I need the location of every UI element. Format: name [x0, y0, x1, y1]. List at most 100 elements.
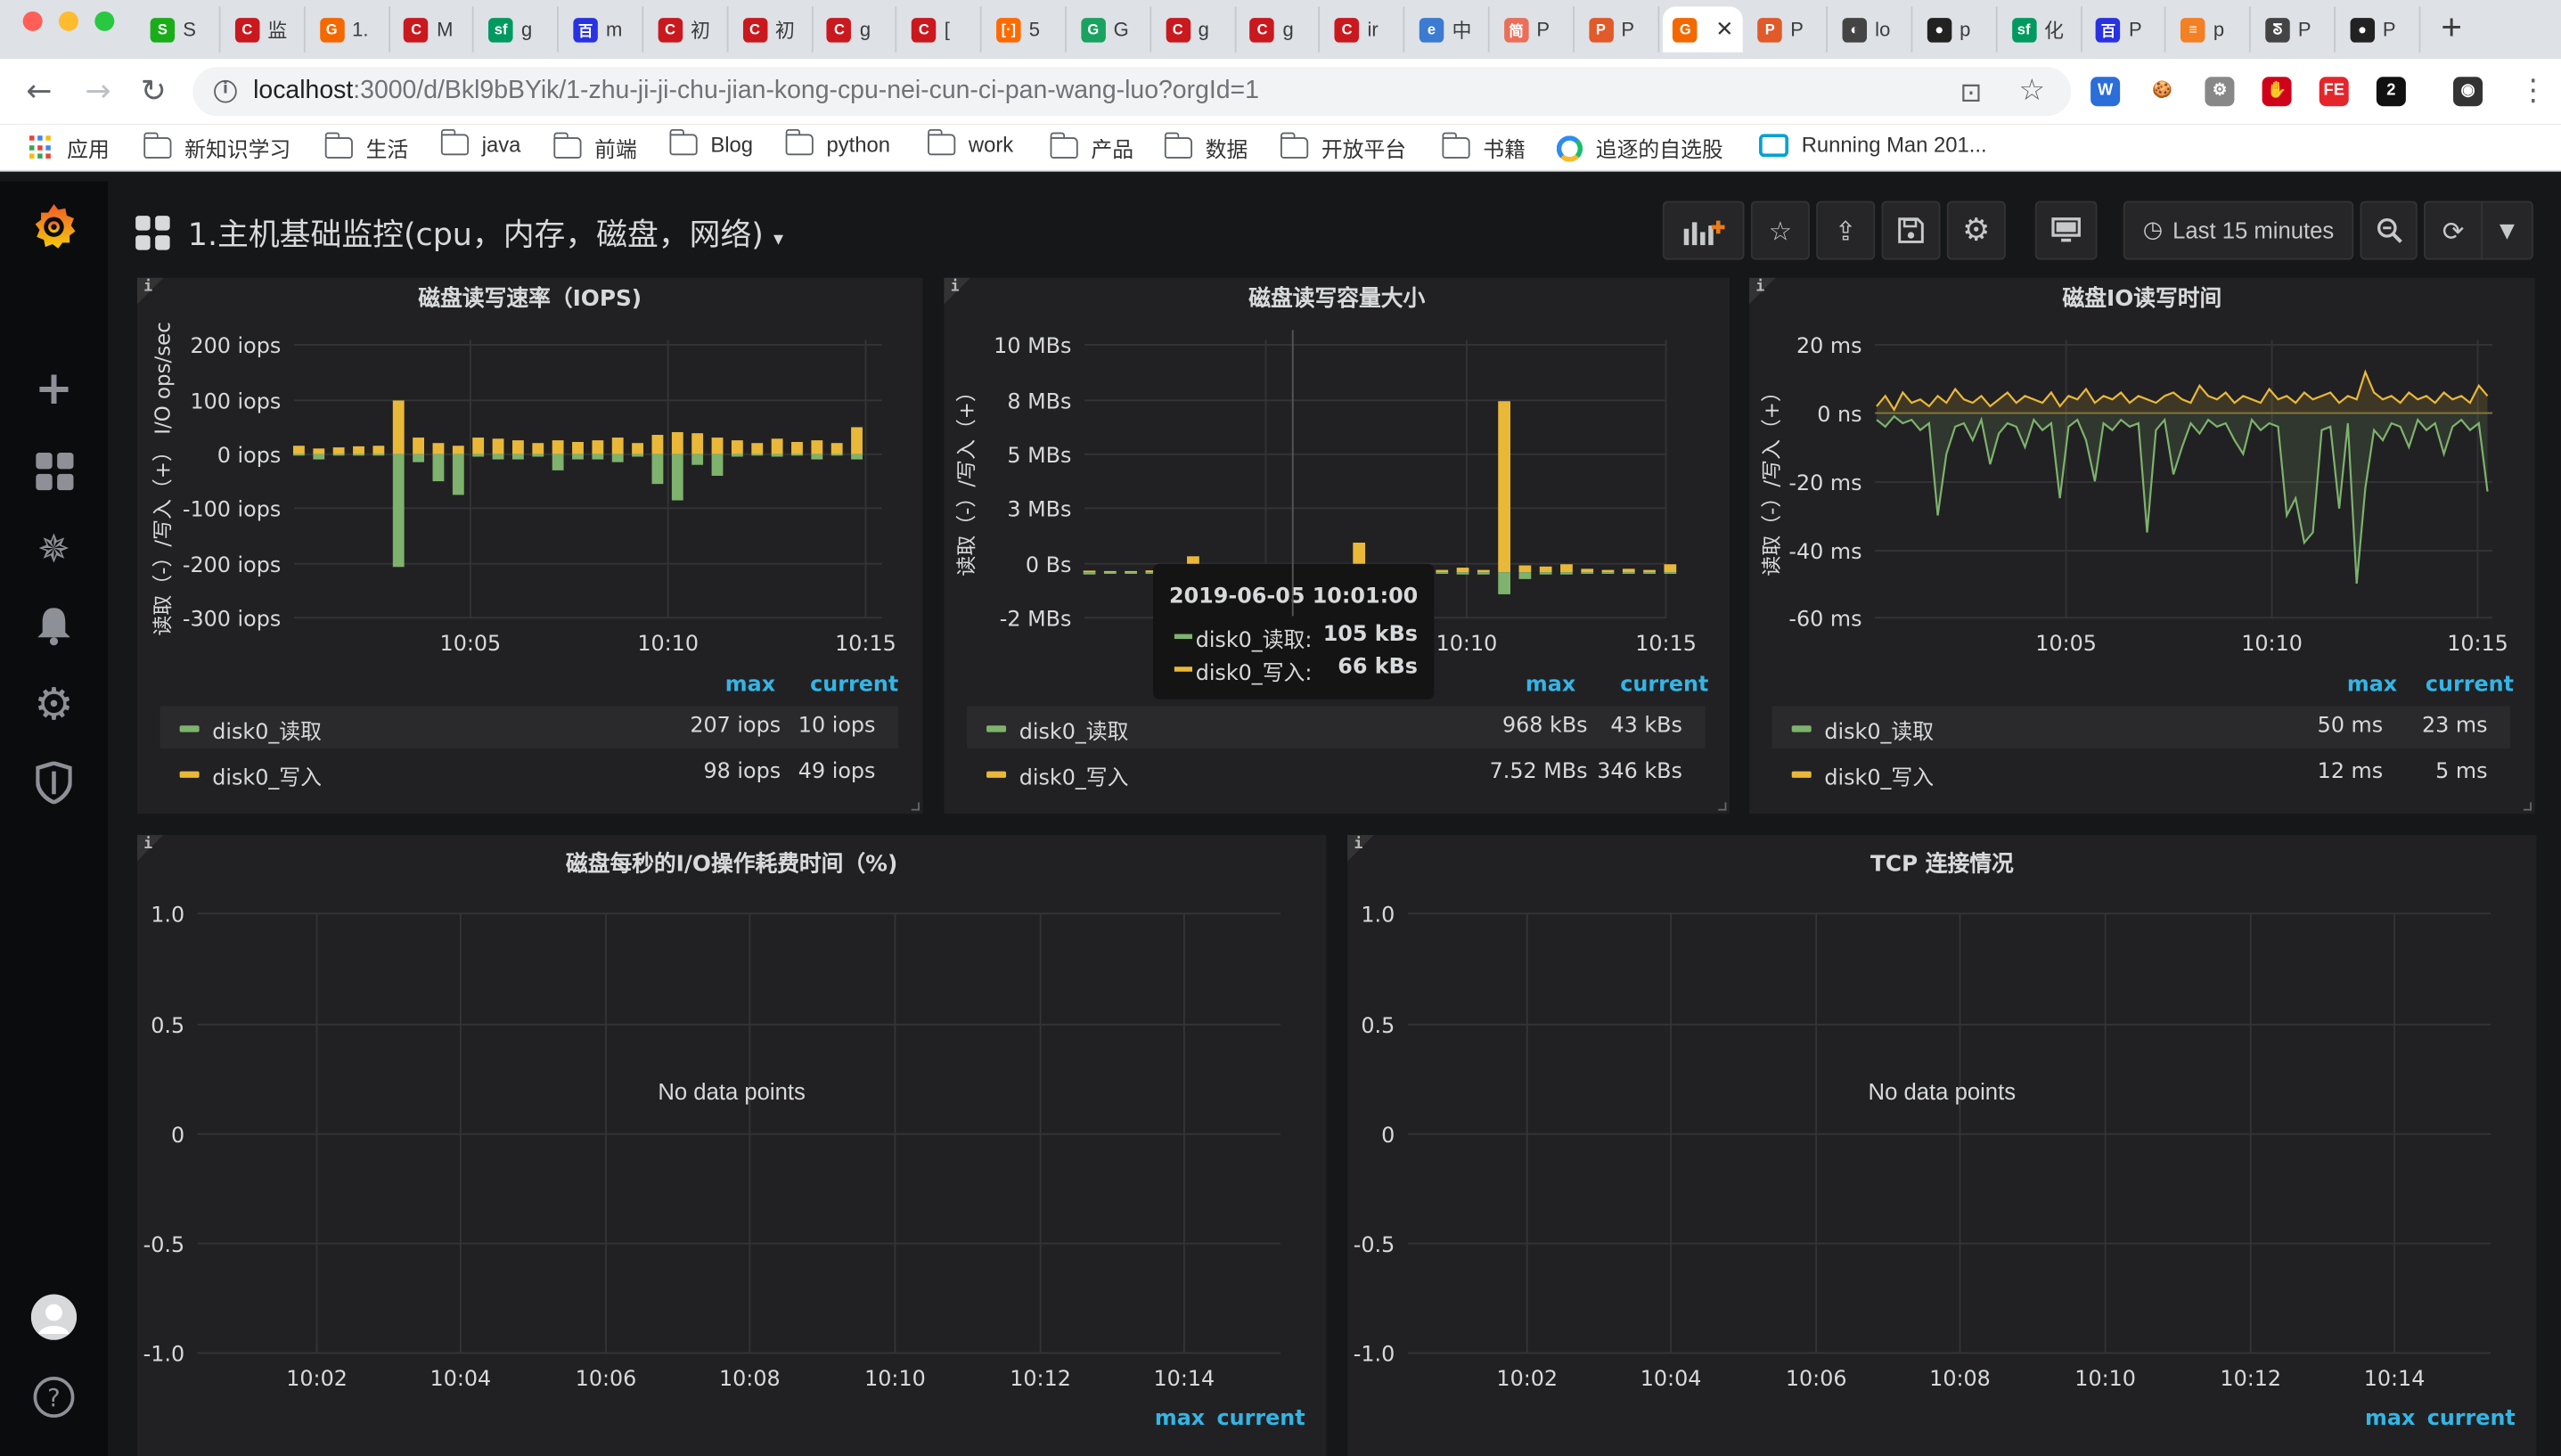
bookmark-item[interactable]: 产品: [1049, 132, 1133, 164]
browser-tab[interactable]: G 1.: [310, 6, 390, 53]
site-info-icon[interactable]: i: [214, 79, 237, 103]
io-time-chart[interactable]: 20 ms 0 ns -20 ms -40 ms -60 ms 10:05 10:10 10:…: [1749, 278, 2535, 670]
extension-icon[interactable]: ✋: [2262, 77, 2292, 107]
browser-tab[interactable]: G ✕: [1663, 6, 1744, 53]
back-button[interactable]: ←: [18, 70, 61, 113]
panel-disk-iops[interactable]: i 磁盘读写速率（IOPS) 200 iops 100 iops 0 iops -10…: [136, 277, 923, 814]
series-name[interactable]: disk0_写入: [212, 760, 322, 791]
dashboard-title-picker[interactable]: 1.主机基础监控(cpu，内存，磁盘，网络) ▾: [188, 211, 783, 256]
series-color-swatch[interactable]: [179, 725, 200, 732]
browser-tab[interactable]: 百m: [563, 6, 644, 53]
legend-header-current[interactable]: current: [810, 674, 898, 699]
bookmark-item[interactable]: 书籍: [1441, 132, 1526, 164]
browser-tab[interactable]: 百P: [2086, 6, 2167, 53]
bookmark-item[interactable]: 追逐的自选股: [1556, 133, 1723, 164]
user-avatar[interactable]: [30, 1294, 78, 1340]
browser-tab[interactable]: Cir: [1325, 6, 1405, 53]
server-admin-shield-icon[interactable]: [31, 760, 77, 806]
legend-header-current[interactable]: current: [1620, 674, 1708, 699]
panel-disk-throughput[interactable]: i 磁盘读写容量大小 10 MBs 8 MBs 5 MBs 3 MBs 0 Bs -2 M…: [944, 277, 1731, 814]
browser-tab[interactable]: e中: [1410, 6, 1490, 53]
browser-tab[interactable]: ≡ p: [2171, 6, 2252, 53]
extension-icon[interactable]: ⚙: [2205, 77, 2235, 107]
add-panel-button[interactable]: [1662, 200, 1745, 260]
series-name[interactable]: disk0_读取: [1019, 714, 1129, 746]
panel-tcp-connections[interactable]: i TCP 连接情况 1.0 0.5 0 -0.5 -1.0 10:02 10:04 10:0…: [1347, 835, 2537, 1456]
tab-close-icon[interactable]: ✕: [1715, 16, 1733, 42]
extension-icon[interactable]: 🍪: [2148, 77, 2178, 107]
series-name[interactable]: disk0_读取: [212, 714, 322, 746]
panel-resize-handle[interactable]: [1718, 802, 1727, 811]
alerting-bell-icon[interactable]: [31, 603, 77, 649]
panel-resize-handle[interactable]: [2523, 802, 2532, 811]
dashboards-icon[interactable]: [31, 447, 77, 493]
create-plus-icon[interactable]: +: [31, 360, 77, 414]
panel-disk-io-time[interactable]: i 磁盘IO读写时间 20 ms 0 ns -20 ms -40 ms -60 ms 10…: [1749, 277, 2535, 814]
legend-header-current[interactable]: current: [2426, 674, 2514, 699]
legend-header-max[interactable]: max: [1526, 674, 1575, 699]
star-dashboard-button[interactable]: ☆: [1750, 200, 1810, 260]
configuration-gear-icon[interactable]: ⚙: [31, 679, 77, 730]
series-name[interactable]: disk0_读取: [1824, 714, 1934, 746]
extension-icon[interactable]: FE: [2319, 77, 2349, 107]
browser-tab[interactable]: C监: [225, 6, 306, 53]
legend-series-row[interactable]: disk0_读取 968 kBs 43 kBs: [967, 706, 1706, 748]
series-color-swatch[interactable]: [1791, 725, 1812, 732]
browser-tab[interactable]: 简P: [1494, 6, 1575, 53]
series-name[interactable]: disk0_写入: [1019, 760, 1129, 791]
legend-series-row[interactable]: disk0_写入 98 iops 49 iops: [160, 752, 898, 795]
maximize-window-button[interactable]: [94, 11, 115, 31]
refresh-button[interactable]: ⟳: [2424, 200, 2483, 260]
legend-header-max[interactable]: max: [2365, 1407, 2415, 1432]
io-percent-chart[interactable]: 1.0 0.5 0 -0.5 -1.0 10:02 10:04 10:06 10:08 10:10…: [137, 835, 1326, 1407]
legend-series-row[interactable]: disk0_写入 7.52 MBs 346 kBs: [967, 752, 1705, 795]
browser-tab[interactable]: C[: [902, 6, 982, 53]
bookmark-item[interactable]: 前端: [552, 132, 637, 164]
browser-tab[interactable]: ◐ lo: [1833, 6, 1913, 53]
bookmark-item[interactable]: 生活: [323, 132, 408, 164]
zoom-out-button[interactable]: [2360, 200, 2418, 260]
help-icon[interactable]: ?: [31, 1374, 77, 1419]
grafana-logo-icon[interactable]: [31, 202, 77, 249]
address-bar[interactable]: i localhost:3000/d/Bkl9bBYik/1-zhu-ji-ji…: [192, 67, 2072, 117]
series-color-swatch[interactable]: [1791, 771, 1812, 778]
translate-icon[interactable]: ⊡: [1960, 77, 1982, 108]
close-window-button[interactable]: [22, 11, 43, 31]
bookmark-item[interactable]: 开放平台: [1280, 132, 1406, 164]
browser-tab[interactable]: Cg: [1240, 6, 1321, 53]
extension-icon[interactable]: 2: [2376, 77, 2406, 107]
forward-button[interactable]: →: [77, 70, 119, 113]
legend-header-max[interactable]: max: [2347, 674, 2397, 699]
legend-series-row[interactable]: disk0_读取 207 iops 10 iops: [160, 706, 899, 748]
bookmark-star-icon[interactable]: ☆: [2018, 74, 2045, 109]
panel-io-time-percent[interactable]: i 磁盘每秒的I/O操作耗费时间（%) 1.0 0.5 0 -0.5 -1.0 10:02…: [136, 835, 1327, 1456]
legend-header-current[interactable]: current: [2427, 1407, 2516, 1432]
browser-tab[interactable]: sf g: [479, 6, 560, 53]
browser-tab[interactable]: [·] 5: [986, 6, 1067, 53]
browser-tab[interactable]: Cg: [1156, 6, 1236, 53]
dashboard-settings-button[interactable]: ⚙: [1946, 200, 2006, 260]
explore-compass-icon[interactable]: ✵: [31, 527, 77, 572]
browser-tab[interactable]: CM: [394, 6, 475, 53]
share-dashboard-button[interactable]: ⇪: [1816, 200, 1876, 260]
reload-button[interactable]: ↻: [132, 70, 175, 113]
legend-header-current[interactable]: current: [1217, 1407, 1305, 1432]
panel-resize-handle[interactable]: [911, 802, 920, 811]
bookmark-item[interactable]: Running Man 201...: [1759, 133, 1987, 157]
browser-tab[interactable]: PP: [1748, 6, 1829, 53]
bookmark-item[interactable]: 新知识学习: [143, 132, 290, 164]
browser-tab[interactable]: ᘕP: [2255, 6, 2336, 53]
tcp-chart[interactable]: 1.0 0.5 0 -0.5 -1.0 10:02 10:04 10:06 10:08 10:10…: [1347, 835, 2536, 1407]
browser-tab[interactable]: PP: [1579, 6, 1659, 53]
legend-header-max[interactable]: max: [1155, 1407, 1205, 1432]
view-mode-button[interactable]: [2034, 200, 2098, 260]
minimize-window-button[interactable]: [58, 11, 78, 31]
browser-tab[interactable]: ● p: [1917, 6, 1998, 53]
series-color-swatch[interactable]: [179, 771, 200, 778]
extension-icon[interactable]: W: [2091, 77, 2121, 107]
bookmark-item[interactable]: java: [439, 128, 520, 157]
iops-chart[interactable]: 200 iops 100 iops 0 iops -100 iops -200 iops…: [137, 278, 923, 670]
series-name[interactable]: disk0_写入: [1824, 760, 1934, 791]
time-picker-button[interactable]: ◷ Last 15 minutes: [2123, 200, 2354, 260]
bookmark-item[interactable]: Blog: [668, 128, 753, 157]
